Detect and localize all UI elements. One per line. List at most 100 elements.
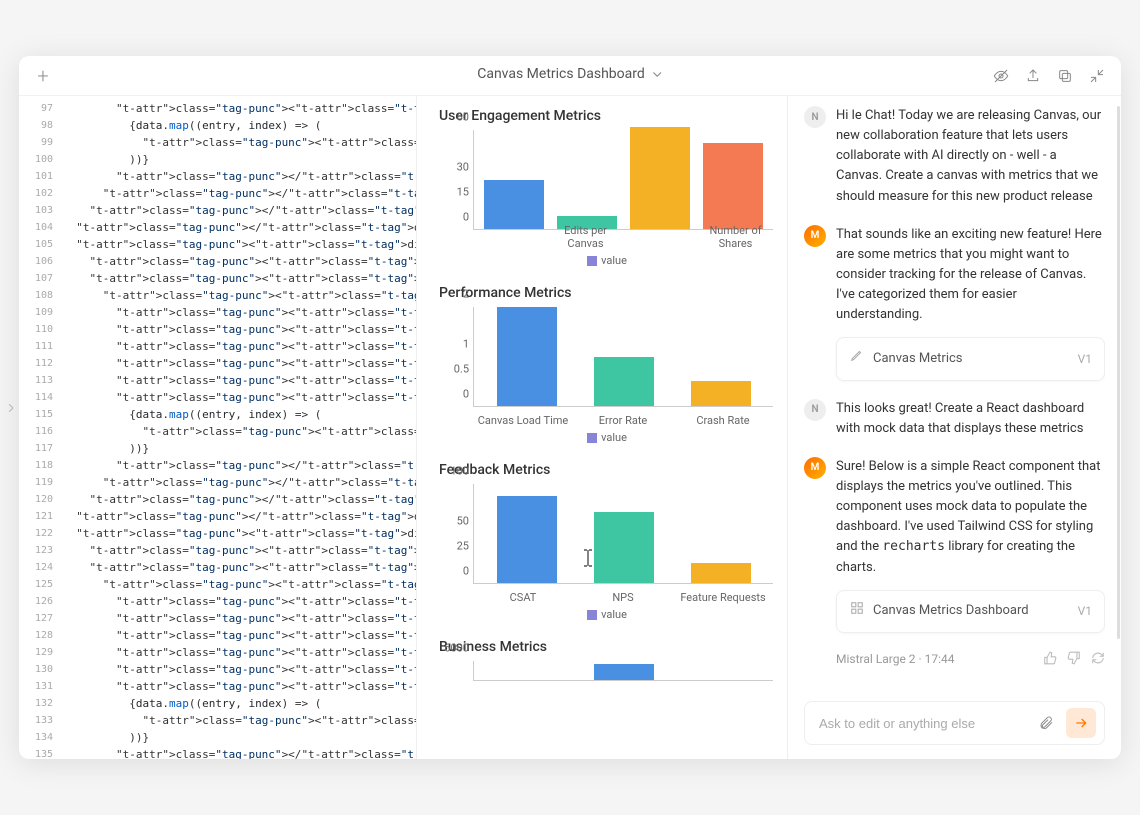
code-line[interactable]: 97 "t-attr">class="tag-punc"><"t-attr">c… — [19, 100, 416, 117]
line-number: 112 — [19, 355, 63, 372]
chat-input[interactable] — [819, 716, 1026, 731]
code-line[interactable]: 116 "t-attr">class="tag-punc"><"t-attr">… — [19, 423, 416, 440]
x-tick: Canvas Load Time — [473, 414, 573, 427]
code-line[interactable]: 121 "t-attr">class="tag-punc"></"t-attr"… — [19, 508, 416, 525]
code-line[interactable]: 100 ))} — [19, 151, 416, 168]
message-meta: Mistral Large 2 · 17:44 — [836, 651, 1105, 668]
sidebar-toggle[interactable] — [2, 393, 20, 423]
code-line[interactable]: 131 "t-attr">class="tag-punc"><"t-attr">… — [19, 678, 416, 695]
message-text: That sounds like an exciting new feature… — [836, 225, 1105, 381]
chart-bar[interactable] — [691, 563, 751, 583]
code-editor[interactable]: 97 "t-attr">class="tag-punc"><"t-attr">c… — [19, 96, 416, 759]
code-line[interactable]: 119 "t-attr">class="tag-punc"></"t-attr"… — [19, 474, 416, 491]
window-title[interactable]: Canvas Metrics Dashboard — [477, 66, 663, 82]
code-line[interactable]: 135 "t-attr">class="tag-punc"></"t-attr"… — [19, 746, 416, 759]
code-line[interactable]: 134 ))} — [19, 729, 416, 746]
code-line[interactable]: 98 {data.map((entry, index) => ( — [19, 117, 416, 134]
line-number: 107 — [19, 270, 63, 287]
artifact-title: Canvas Metrics — [873, 349, 963, 369]
code-line[interactable]: 126 "t-attr">class="tag-punc"><"t-attr">… — [19, 593, 416, 610]
title-text: Canvas Metrics Dashboard — [477, 66, 645, 82]
chart-bar[interactable] — [594, 512, 654, 583]
line-number: 134 — [19, 729, 63, 746]
line-number: 128 — [19, 627, 63, 644]
line-number: 97 — [19, 100, 63, 117]
x-tick: Feature Requests — [673, 591, 773, 604]
line-number: 133 — [19, 712, 63, 729]
y-tick: 30 — [457, 161, 469, 174]
chart-legend: value — [439, 254, 775, 267]
share-button[interactable] — [1021, 64, 1045, 88]
chart-bar[interactable] — [630, 127, 690, 229]
chart-title: Business Metrics — [439, 639, 775, 655]
code-line[interactable]: 110 "t-attr">class="tag-punc"><"t-attr">… — [19, 321, 416, 338]
code-line[interactable]: 112 "t-attr">class="tag-punc"><"t-attr">… — [19, 355, 416, 372]
code-line[interactable]: 122 "t-attr">class="tag-punc"><"t-attr">… — [19, 525, 416, 542]
message-text: Sure! Below is a simple React component … — [836, 457, 1105, 633]
chart-bar[interactable] — [484, 180, 544, 230]
x-tick: Edits per Canvas — [548, 224, 623, 250]
attach-button[interactable] — [1034, 711, 1058, 735]
code-line[interactable]: 128 "t-attr">class="tag-punc"><"t-attr">… — [19, 627, 416, 644]
thumbs-down-icon[interactable] — [1067, 651, 1081, 668]
user-message: NHi le Chat! Today we are releasing Canv… — [804, 106, 1105, 207]
message-text: Hi le Chat! Today we are releasing Canva… — [836, 106, 1105, 207]
code-line[interactable]: 99 "t-attr">class="tag-punc"><"t-attr">c… — [19, 134, 416, 151]
code-line[interactable]: 109 "t-attr">class="tag-punc"><"t-attr">… — [19, 304, 416, 321]
chart-legend: value — [439, 431, 775, 444]
code-line[interactable]: 133 "t-attr">class="tag-punc"><"t-attr">… — [19, 712, 416, 729]
copy-button[interactable] — [1053, 64, 1077, 88]
code-line[interactable]: 125 "t-attr">class="tag-punc"><"t-attr">… — [19, 576, 416, 593]
code-line[interactable]: 108 "t-attr">class="tag-punc"><"t-attr">… — [19, 287, 416, 304]
chart-bar[interactable] — [594, 357, 654, 407]
y-tick: 25 — [457, 540, 469, 553]
regenerate-icon[interactable] — [1091, 651, 1105, 668]
code-line[interactable]: 105 "t-attr">class="tag-punc"><"t-attr">… — [19, 236, 416, 253]
collapse-button[interactable] — [1085, 64, 1109, 88]
code-line[interactable]: 129 "t-attr">class="tag-punc"><"t-attr">… — [19, 644, 416, 661]
line-number: 100 — [19, 151, 63, 168]
new-tab-button[interactable]: + — [31, 64, 55, 88]
artifact-card[interactable]: Canvas Metrics DashboardV1 — [836, 590, 1105, 633]
code-line[interactable]: 107 "t-attr">class="tag-punc"><"t-attr">… — [19, 270, 416, 287]
code-line[interactable]: 115 {data.map((entry, index) => ( — [19, 406, 416, 423]
chart-bar[interactable] — [703, 143, 763, 229]
line-number: 108 — [19, 287, 63, 304]
chart-bar[interactable] — [497, 496, 557, 583]
avatar: M — [804, 225, 826, 247]
code-line[interactable]: 114 "t-attr">class="tag-punc"><"t-attr">… — [19, 389, 416, 406]
code-line[interactable]: 132 {data.map((entry, index) => ( — [19, 695, 416, 712]
chart-bar[interactable] — [497, 307, 557, 406]
grid-icon — [849, 601, 865, 622]
code-line[interactable]: 117 ))} — [19, 440, 416, 457]
code-line[interactable]: 124 "t-attr">class="tag-punc"><"t-attr">… — [19, 559, 416, 576]
chart-block: User Engagement Metrics0153060Edits per … — [439, 108, 775, 267]
code-line[interactable]: 102 "t-attr">class="tag-punc"></"t-attr"… — [19, 185, 416, 202]
code-line[interactable]: 106 "t-attr">class="tag-punc"><"t-attr">… — [19, 253, 416, 270]
y-tick: 0 — [463, 388, 469, 401]
code-line[interactable]: 101 "t-attr">class="tag-punc"></"t-attr"… — [19, 168, 416, 185]
code-line[interactable]: 103 "t-attr">class="tag-punc"></"t-attr"… — [19, 202, 416, 219]
chart-bar[interactable] — [691, 381, 751, 406]
artifact-card[interactable]: Canvas MetricsV1 — [836, 337, 1105, 380]
code-line[interactable]: 130 "t-attr">class="tag-punc"><"t-attr">… — [19, 661, 416, 678]
y-tick: 100 — [450, 465, 469, 478]
line-number: 116 — [19, 423, 63, 440]
y-tick: 0 — [463, 565, 469, 578]
send-button[interactable] — [1066, 708, 1096, 738]
code-line[interactable]: 113 "t-attr">class="tag-punc"><"t-attr">… — [19, 372, 416, 389]
x-tick — [473, 224, 548, 250]
code-line[interactable]: 104 "t-attr">class="tag-punc"></"t-attr"… — [19, 219, 416, 236]
code-line[interactable]: 123 "t-attr">class="tag-punc"><"t-attr">… — [19, 542, 416, 559]
visibility-toggle[interactable] — [989, 64, 1013, 88]
code-line[interactable]: 118 "t-attr">class="tag-punc"></"t-attr"… — [19, 457, 416, 474]
code-line[interactable]: 111 "t-attr">class="tag-punc"><"t-attr">… — [19, 338, 416, 355]
thumbs-up-icon[interactable] — [1043, 651, 1057, 668]
line-number: 127 — [19, 610, 63, 627]
code-line[interactable]: 127 "t-attr">class="tag-punc"><"t-attr">… — [19, 610, 416, 627]
avatar: N — [804, 399, 826, 421]
line-number: 124 — [19, 559, 63, 576]
chart-bar[interactable] — [594, 664, 654, 680]
code-line[interactable]: 120 "t-attr">class="tag-punc"></"t-attr"… — [19, 491, 416, 508]
preview-pane[interactable]: User Engagement Metrics0153060Edits per … — [416, 96, 788, 759]
